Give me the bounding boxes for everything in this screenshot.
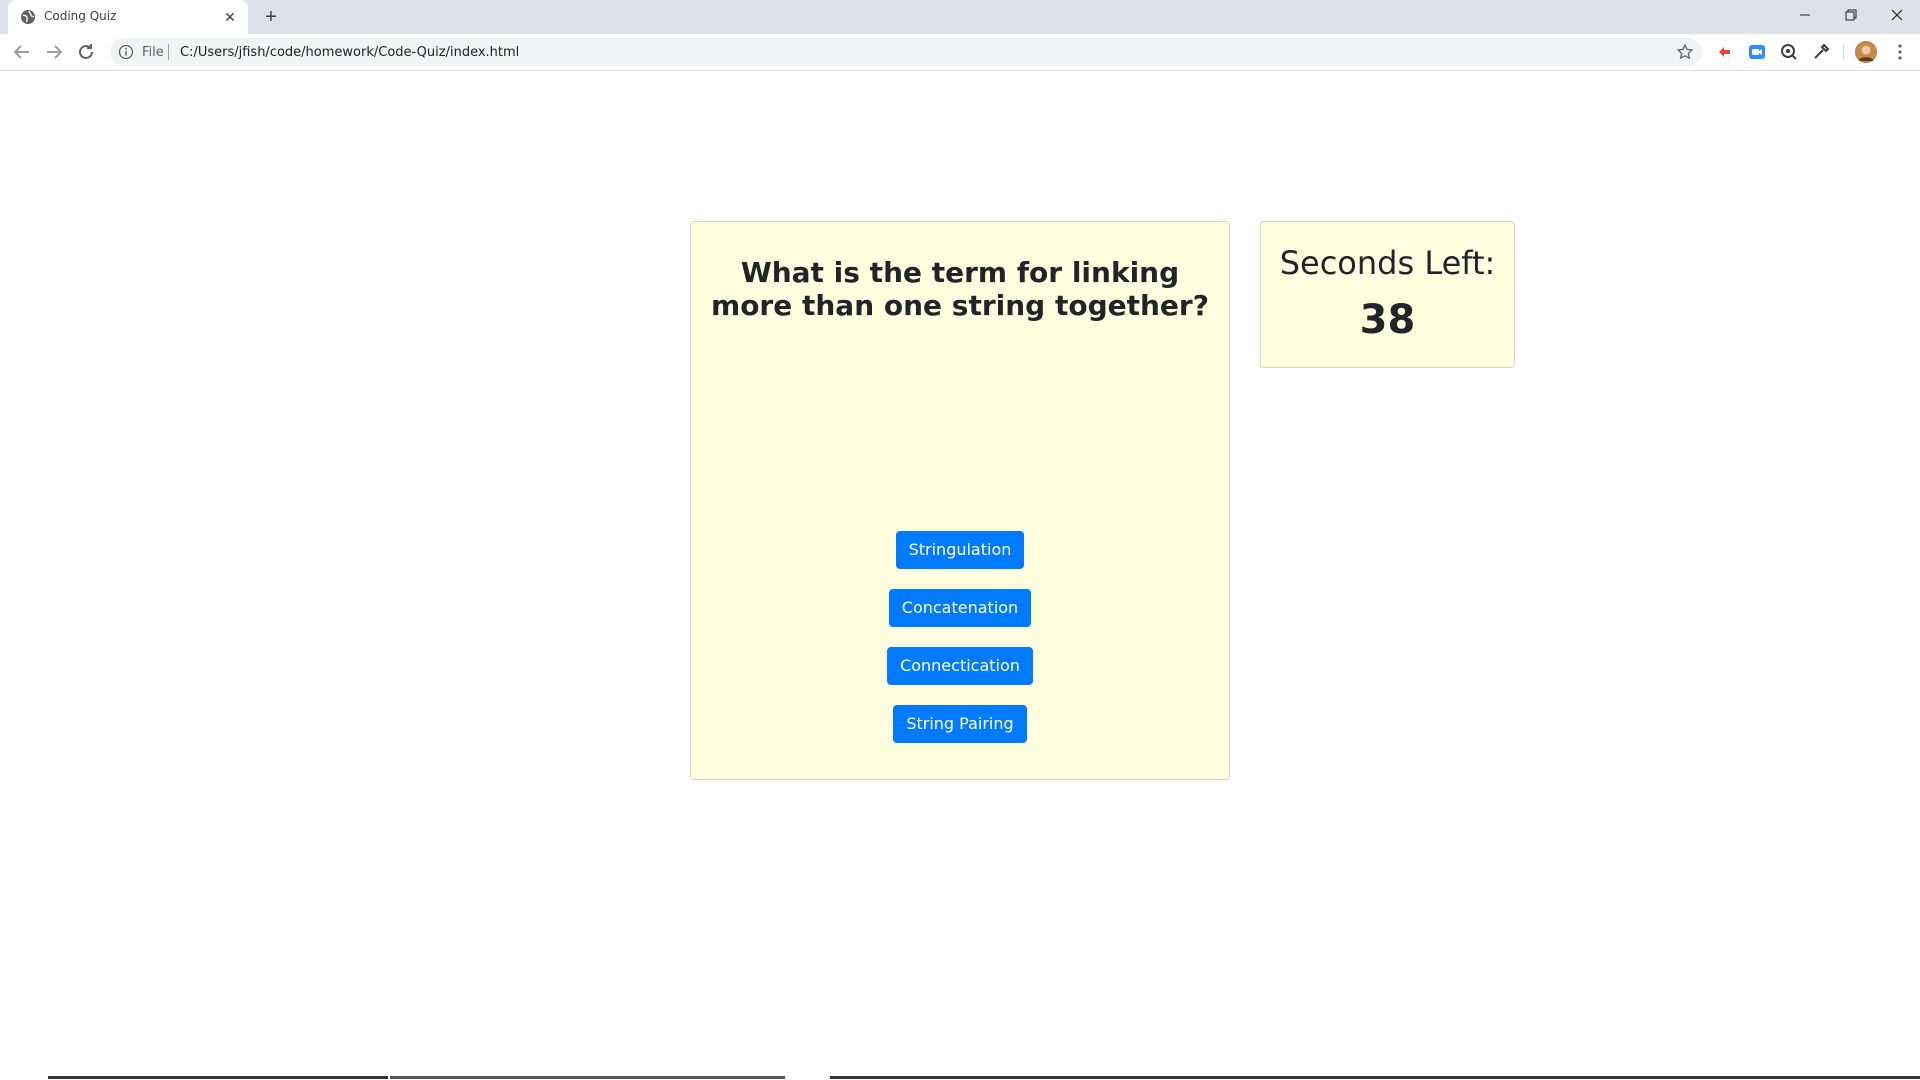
browser-toolbar: File C:/Users/jfish/code/homework/Code-Q… <box>0 34 1920 71</box>
toolbar-divider <box>1843 44 1844 60</box>
answer-button[interactable]: Stringulation <box>895 531 1025 569</box>
taskbar-segment <box>48 1076 388 1079</box>
question-card: What is the term for linking more than o… <box>690 221 1230 780</box>
profile-avatar[interactable] <box>1855 41 1877 63</box>
forward-arrow-icon[interactable] <box>42 40 66 64</box>
scheme-label: File <box>142 45 164 60</box>
more-vert-icon[interactable] <box>1890 42 1910 62</box>
url-text[interactable]: C:/Users/jfish/code/homework/Code-Quiz/i… <box>180 45 519 60</box>
avatar-icon <box>1855 41 1877 63</box>
tab-strip: Coding Quiz ✕ + <box>0 0 1920 34</box>
address-separator <box>168 44 169 60</box>
answer-list: Stringulation Concatenation Connecticati… <box>691 531 1229 763</box>
new-tab-button[interactable]: + <box>260 6 282 28</box>
timer-card: Seconds Left: 38 <box>1260 221 1515 368</box>
zoom-extension-icon[interactable] <box>1747 42 1767 62</box>
bookmark-star-icon[interactable] <box>1676 43 1694 61</box>
browser-tab[interactable]: Coding Quiz ✕ <box>8 0 248 34</box>
back-arrow-icon[interactable] <box>10 40 34 64</box>
minimize-icon[interactable] <box>1782 0 1828 30</box>
taskbar-edge <box>0 1076 1920 1079</box>
taskbar-segment <box>390 1076 785 1079</box>
search-extension-icon[interactable] <box>1779 42 1799 62</box>
answer-button[interactable]: Concatenation <box>888 589 1032 627</box>
restore-icon[interactable] <box>1828 0 1874 30</box>
tab-close-icon[interactable]: ✕ <box>220 7 240 27</box>
eyedropper-icon[interactable] <box>1811 42 1831 62</box>
taskbar-segment <box>830 1076 1920 1079</box>
address-bar[interactable]: File C:/Users/jfish/code/homework/Code-Q… <box>110 38 1702 66</box>
timer-label: Seconds Left: <box>1279 244 1496 282</box>
answer-button[interactable]: String Pairing <box>893 705 1027 743</box>
window-close-icon[interactable] <box>1874 0 1920 30</box>
tab-title: Coding Quiz <box>44 9 117 23</box>
globe-icon <box>21 10 35 24</box>
reload-icon[interactable] <box>74 40 98 64</box>
timer-value: 38 <box>1359 297 1416 343</box>
answer-button[interactable]: Connectication <box>887 647 1033 685</box>
info-icon[interactable] <box>118 44 134 60</box>
extension-red-icon[interactable] <box>1715 42 1735 62</box>
question-text: What is the term for linking more than o… <box>711 256 1209 322</box>
